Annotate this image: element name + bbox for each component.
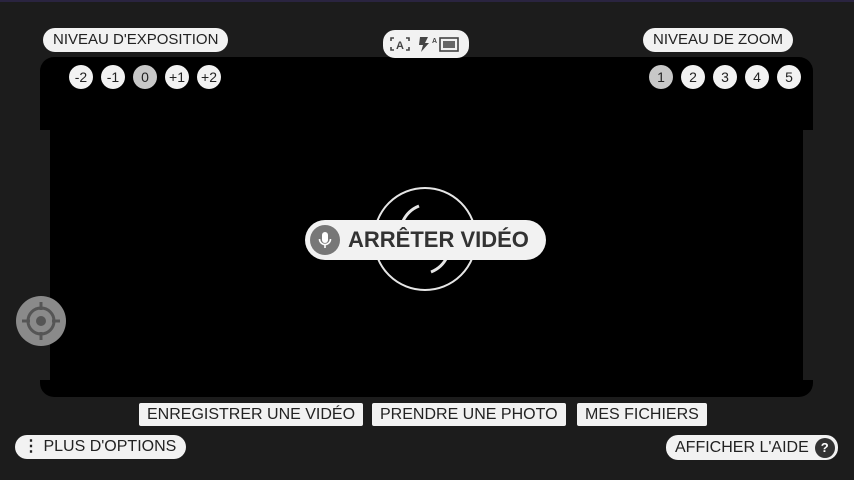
- take-photo-button[interactable]: PRENDRE UNE PHOTO: [372, 403, 566, 426]
- record-video-button[interactable]: ENREGISTRER UNE VIDÉO: [139, 403, 364, 426]
- exposure-level-0[interactable]: 0: [133, 65, 157, 89]
- crosshair-target-icon[interactable]: [16, 296, 66, 346]
- more-options-label: PLUS D'OPTIONS: [43, 438, 177, 455]
- exposure-level-plus1[interactable]: +1: [165, 65, 189, 89]
- zoom-level-3[interactable]: 3: [713, 65, 737, 89]
- top-border: [0, 0, 854, 2]
- more-options-button[interactable]: ⋮ PLUS D'OPTIONS: [15, 435, 187, 459]
- zoom-level-4[interactable]: 4: [745, 65, 769, 89]
- zoom-label: NIVEAU DE ZOOM: [643, 28, 794, 52]
- my-files-button[interactable]: MES FICHIERS: [577, 403, 707, 426]
- exposure-label: NIVEAU D'EXPOSITION: [43, 28, 229, 52]
- stop-video-label: ARRÊTER VIDÉO: [348, 227, 529, 252]
- show-help-label: AFFICHER L'AIDE: [675, 439, 809, 456]
- svg-text:A: A: [396, 40, 404, 52]
- exposure-level-minus2[interactable]: -2: [69, 65, 93, 89]
- zoom-level-1[interactable]: 1: [649, 65, 673, 89]
- show-help-button[interactable]: AFFICHER L'AIDE?: [666, 435, 838, 460]
- camera-mode-toolbar: A A: [383, 30, 469, 58]
- more-vertical-icon: ⋮: [23, 438, 39, 455]
- flash-auto-icon[interactable]: A: [419, 37, 437, 52]
- zoom-level-2[interactable]: 2: [681, 65, 705, 89]
- svg-text:A: A: [432, 38, 437, 45]
- auto-focus-icon[interactable]: A: [390, 37, 410, 52]
- microphone-icon: [310, 225, 340, 255]
- viewport-frame-right: [803, 130, 813, 380]
- stop-video-button[interactable]: ARRÊTER VIDÉO: [305, 220, 546, 260]
- help-icon: ?: [814, 437, 835, 458]
- aspect-ratio-icon[interactable]: [439, 37, 459, 52]
- zoom-level-5[interactable]: 5: [777, 65, 801, 89]
- exposure-level-minus1[interactable]: -1: [101, 65, 125, 89]
- exposure-level-plus2[interactable]: +2: [197, 65, 221, 89]
